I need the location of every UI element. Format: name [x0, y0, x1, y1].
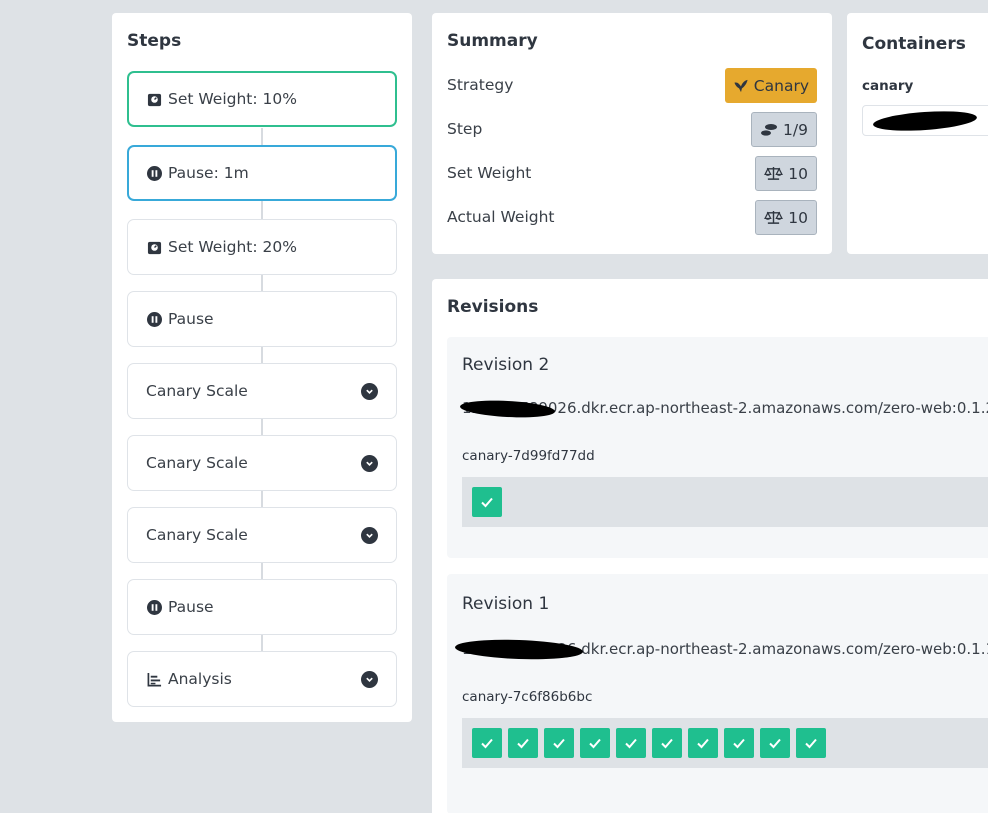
step-canary-scale[interactable]: Canary Scale	[127, 435, 397, 491]
pod-list	[462, 477, 988, 527]
step-analysis[interactable]: Analysis	[127, 651, 397, 707]
summary-title: Summary	[447, 31, 538, 51]
step-label: Set Weight: 10%	[168, 90, 297, 108]
container-image-field[interactable]: dkr	[862, 105, 988, 136]
pod-status-ok[interactable]	[760, 728, 790, 758]
step-set-weight-10[interactable]: Set Weight: 10%	[127, 71, 397, 127]
revision-title: Revision 2	[462, 355, 550, 375]
step-pause-1m[interactable]: Pause: 1m	[127, 145, 397, 201]
redaction-mark	[872, 108, 978, 134]
check-icon	[481, 738, 493, 749]
chevron-down-icon[interactable]	[361, 671, 378, 688]
shoe-prints-icon	[761, 123, 778, 136]
step-pause[interactable]: Pause	[127, 579, 397, 635]
containers-title: Containers	[862, 34, 966, 54]
check-icon	[553, 738, 565, 749]
check-icon	[769, 738, 781, 749]
actual-weight-badge: 10	[755, 200, 817, 235]
pod-status-ok[interactable]	[688, 728, 718, 758]
steps-title: Steps	[127, 31, 182, 51]
step-label: Set Weight: 20%	[168, 238, 297, 256]
step-set-weight-20[interactable]: Set Weight: 20%	[127, 219, 397, 275]
steps-panel: Steps Set Weight: 10% Pause: 1m Set Weig…	[112, 13, 412, 722]
step-label: Pause: 1m	[168, 164, 249, 182]
revisions-panel: Revisions Revision 2 123456789026.dkr.ec…	[432, 279, 988, 813]
weight-icon	[146, 239, 162, 255]
step-label: Canary Scale	[146, 526, 248, 544]
step-value: 1/9	[783, 120, 808, 139]
pod-status-ok[interactable]	[544, 728, 574, 758]
actual-weight-label: Actual Weight	[447, 208, 555, 226]
step-label: Analysis	[168, 670, 232, 688]
step-canary-scale[interactable]: Canary Scale	[127, 363, 397, 419]
check-icon	[805, 738, 817, 749]
pod-status-ok[interactable]	[508, 728, 538, 758]
pod-list	[462, 718, 988, 768]
pod-status-ok[interactable]	[472, 487, 502, 517]
pod-status-ok[interactable]	[616, 728, 646, 758]
pause-icon	[146, 165, 162, 181]
step-pause[interactable]: Pause	[127, 291, 397, 347]
check-icon	[733, 738, 745, 749]
weight-icon	[146, 91, 162, 107]
pod-status-ok[interactable]	[580, 728, 610, 758]
pod-status-ok[interactable]	[472, 728, 502, 758]
step-label: Canary Scale	[146, 454, 248, 472]
chevron-down-icon[interactable]	[361, 455, 378, 472]
step-label: Canary Scale	[146, 382, 248, 400]
actual-weight-value: 10	[788, 208, 808, 227]
replicaset-name: canary-7c6f86b6bc	[462, 689, 593, 705]
check-icon	[517, 738, 529, 749]
check-icon	[481, 497, 493, 508]
balance-scale-icon	[764, 210, 784, 224]
step-label: Pause	[168, 598, 214, 616]
chevron-down-icon[interactable]	[361, 527, 378, 544]
check-icon	[589, 738, 601, 749]
revisions-title: Revisions	[447, 297, 539, 317]
container-name: canary	[862, 78, 914, 94]
check-icon	[697, 738, 709, 749]
check-icon	[625, 738, 637, 749]
pod-status-ok[interactable]	[724, 728, 754, 758]
summary-panel: Summary Strategy Canary Step 1/9 Set Wei…	[432, 13, 832, 254]
chart-icon	[146, 671, 162, 687]
pod-status-ok[interactable]	[796, 728, 826, 758]
check-icon	[661, 738, 673, 749]
chevron-down-icon[interactable]	[361, 383, 378, 400]
pod-status-ok[interactable]	[652, 728, 682, 758]
set-weight-badge: 10	[755, 156, 817, 191]
revision-title: Revision 1	[462, 594, 550, 614]
revision-card: Revision 2 123456789026.dkr.ecr.ap-north…	[447, 337, 988, 558]
revision-card: Revision 1 123456789026.dkr.ecr.ap-north…	[447, 574, 988, 813]
step-badge: 1/9	[751, 112, 817, 147]
set-weight-label: Set Weight	[447, 164, 532, 182]
replicaset-name: canary-7d99fd77dd	[462, 448, 595, 464]
strategy-value: Canary	[753, 76, 809, 95]
step-canary-scale[interactable]: Canary Scale	[127, 507, 397, 563]
step-label: Pause	[168, 310, 214, 328]
pause-icon	[146, 311, 162, 327]
pause-icon	[146, 599, 162, 615]
step-label: Step	[447, 120, 483, 138]
bird-icon	[734, 79, 748, 93]
containers-panel: Containers canary dkr	[847, 13, 988, 254]
balance-scale-icon	[764, 166, 784, 180]
strategy-badge: Canary	[724, 68, 817, 103]
strategy-label: Strategy	[447, 76, 514, 94]
set-weight-value: 10	[788, 164, 808, 183]
